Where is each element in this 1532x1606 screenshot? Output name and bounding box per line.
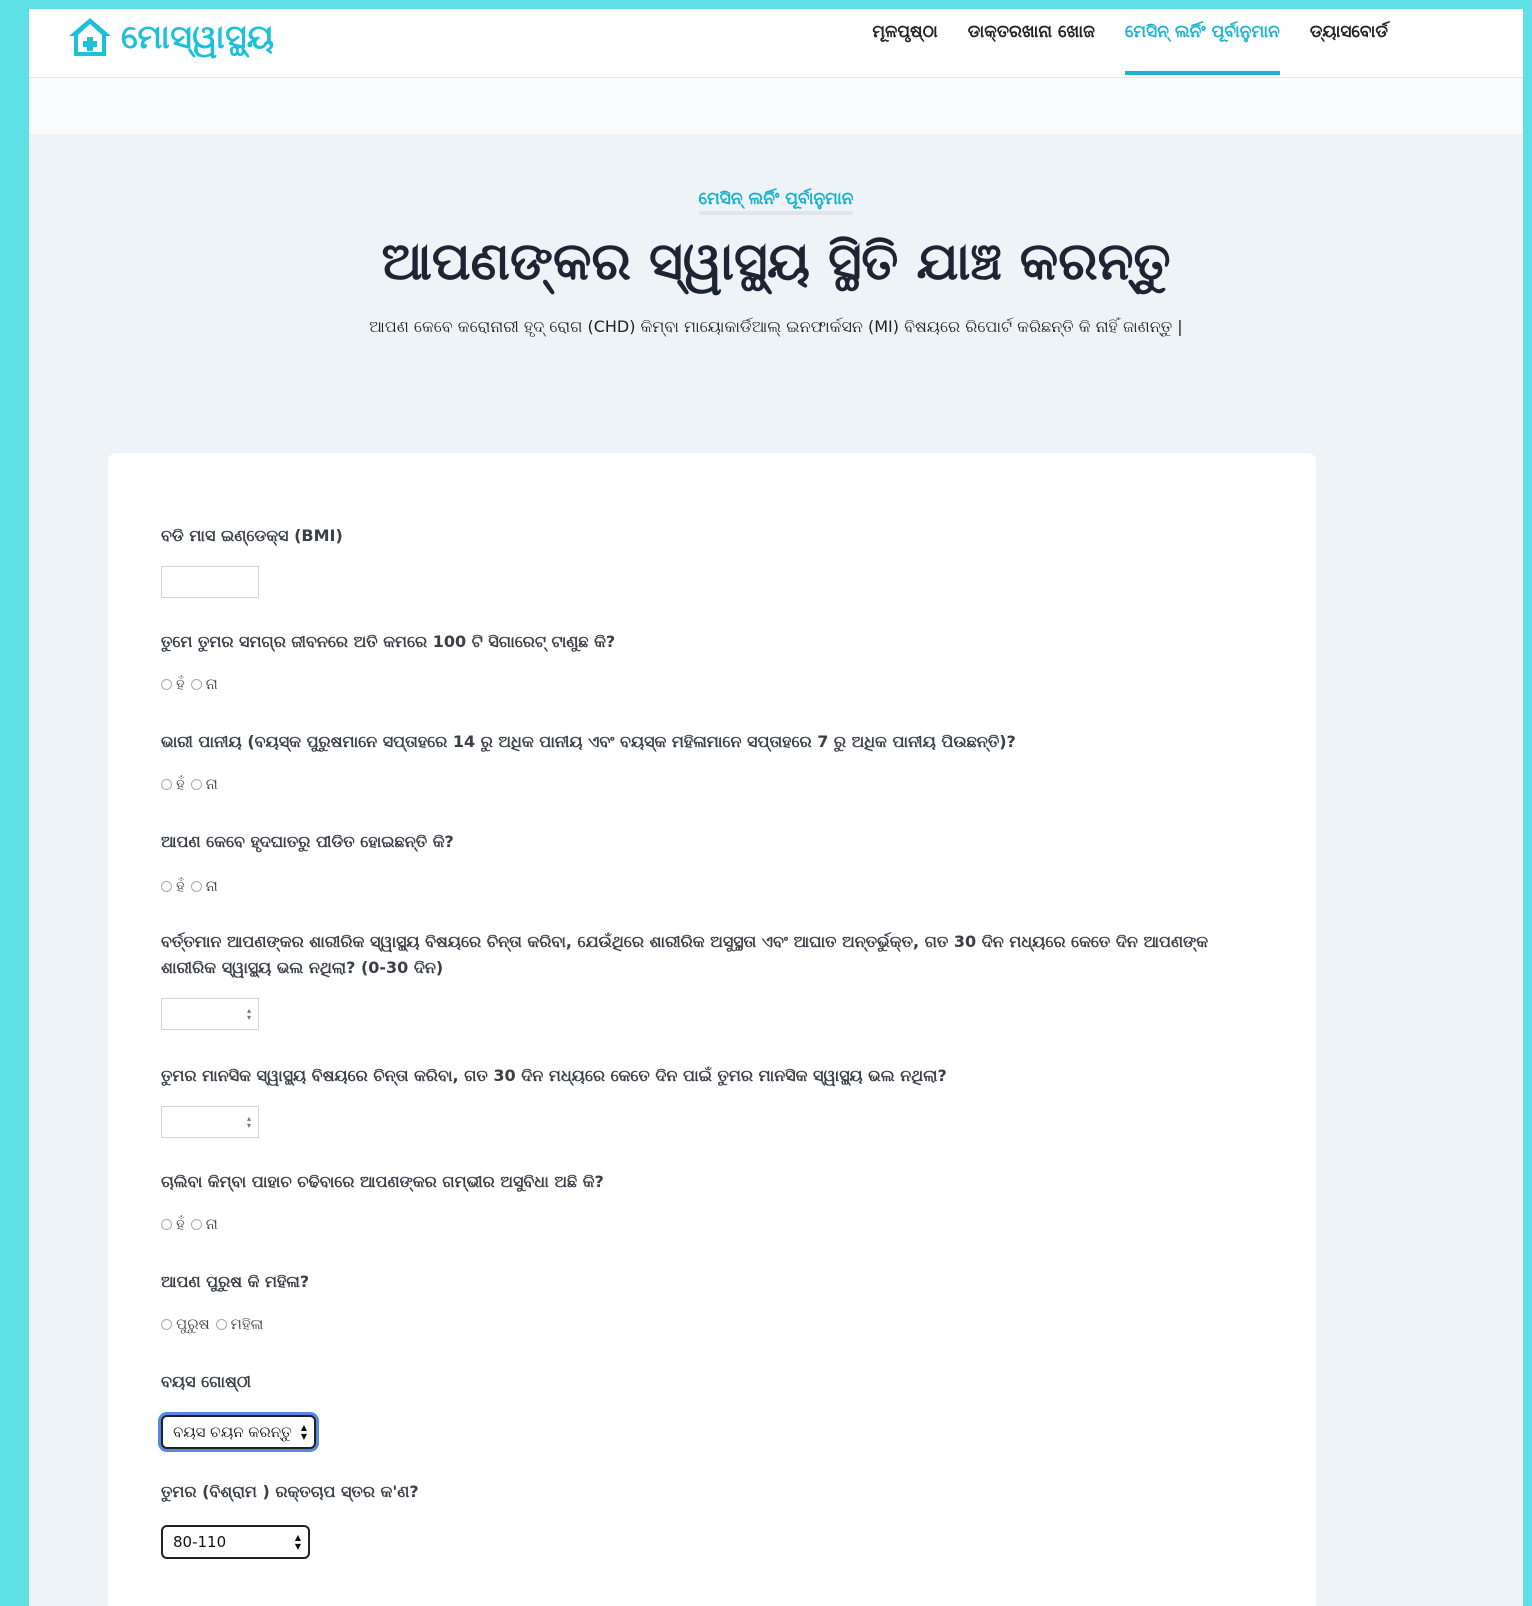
- stroke-yes-radio[interactable]: [161, 880, 172, 892]
- sex-female-label: ମହିଳା: [230, 1315, 264, 1333]
- blood-pressure-selected: 80-110: [173, 1533, 227, 1551]
- main-nav: ମୂଳପୃଷ୍ଠା ଡାକ୍ତରଖାନା ଖୋଜ ମେସିନ୍ ଲର୍ନିଂ ପ…: [842, 19, 1388, 75]
- smoking-no-radio[interactable]: [190, 678, 202, 690]
- hero-eyebrow: ମେସିନ୍ ଲର୍ନିଂ ପୂର୍ବାନୁମାନ: [698, 189, 854, 215]
- hero-section: ମେସିନ୍ ଲର୍ନିଂ ପୂର୍ବାନୁମାନ ଆପଣଙ୍କର ସ୍ୱାସ୍…: [29, 189, 1523, 337]
- age-group-select[interactable]: ବୟସ ଚୟନ କରନ୍ତୁ ▲ ▼: [161, 1415, 316, 1449]
- header-strip: [29, 78, 1523, 134]
- nav-ml-prediction[interactable]: ମେସିନ୍ ଲର୍ନିଂ ପୂର୍ବାନୁମାନ: [1124, 19, 1280, 75]
- walking-yes-label: ହଁ: [176, 1215, 185, 1233]
- blood-pressure-label: ତୁମର (ବିଶ୍ରାମ ) ରକ୍ତଚାପ ସ୍ତର କ'ଣ?: [161, 1482, 419, 1501]
- stroke-no-radio[interactable]: [190, 880, 202, 892]
- age-group-selected: ବୟସ ଚୟନ କରନ୍ତୁ: [173, 1423, 292, 1441]
- alcohol-yes-label: ହଁ: [176, 775, 185, 793]
- sex-label: ଆପଣ ପୁରୁଷ କି ମହିଳା?: [161, 1272, 310, 1291]
- brand-name: ମୋସ୍ୱାସ୍ଥ୍ୟ: [121, 17, 275, 56]
- sex-options: ପୁରୁଷ ମହିଳା: [161, 1315, 269, 1333]
- walking-yes-radio[interactable]: [161, 1218, 172, 1230]
- stepper-icon[interactable]: ▴ ▾: [245, 1115, 253, 1130]
- blood-pressure-select[interactable]: 80-110 ▲ ▼: [161, 1525, 310, 1559]
- stroke-no-label: ନା: [205, 877, 218, 895]
- nav-find-hospital[interactable]: ଡାକ୍ତରଖାନା ଖୋଜ: [968, 19, 1095, 75]
- walking-no-label: ନା: [205, 1215, 218, 1233]
- stroke-options: ହଁ ନା: [161, 877, 224, 895]
- stroke-yes-label: ହଁ: [176, 877, 185, 895]
- walking-no-radio[interactable]: [190, 1218, 202, 1230]
- page-title: ଆପଣଙ୍କର ସ୍ୱାସ୍ଥ୍ୟ ସ୍ଥିତି ଯାଞ୍ଚ କରନ୍ତୁ: [381, 232, 1171, 292]
- alcohol-no-label: ନା: [205, 775, 218, 793]
- sex-male-radio[interactable]: [161, 1318, 172, 1330]
- prediction-form-card: ବଡି ମାସ ଇଣ୍ଡେକ୍ସ (BMI) ତୁମେ ତୁମର ସମଗ୍ର ଜ…: [108, 453, 1316, 1606]
- select-arrows-icon: ▲ ▼: [294, 1533, 301, 1551]
- age-group-label: ବୟସ ଗୋଷ୍ଠୀ: [161, 1372, 252, 1391]
- alcohol-options: ହଁ ନା: [161, 775, 224, 793]
- page-subtitle: ଆପଣ କେବେ କରୋନାରୀ ହୃଦ୍ ରୋଗ (CHD) କିମ୍ବା ମ…: [369, 317, 1183, 336]
- stepper-icon[interactable]: ▴ ▾: [245, 1007, 253, 1022]
- smoking-yes-radio[interactable]: [161, 678, 172, 690]
- walking-difficulty-options: ହଁ ନା: [161, 1215, 224, 1233]
- bmi-label: ବଡି ମାସ ଇଣ୍ଡେକ୍ସ (BMI): [161, 526, 343, 545]
- nav-home[interactable]: ମୂଳପୃଷ୍ଠା: [872, 19, 937, 75]
- smoking-no-label: ନା: [205, 675, 218, 693]
- home-icon: [69, 18, 111, 56]
- select-arrows-icon: ▲ ▼: [300, 1423, 307, 1441]
- alcohol-no-radio[interactable]: [190, 778, 202, 790]
- smoking-yes-label: ହଁ: [176, 675, 185, 693]
- smoking-options: ହଁ ନା: [161, 675, 224, 693]
- nav-dashboard[interactable]: ଡ୍ୟାସବୋର୍ଡ: [1310, 19, 1388, 75]
- walking-difficulty-label: ଚାଲିବା କିମ୍ବା ପାହାଚ ଚଢିବାରେ ଆପଣଙ୍କର ଗମ୍ଭ…: [161, 1172, 604, 1191]
- alcohol-label: ଭାରୀ ପାନୀୟ (ବୟସ୍କ ପୁରୁଷମାନେ ସପ୍ତାହରେ 14 …: [161, 732, 1016, 751]
- brand-logo[interactable]: ମୋସ୍ୱାସ୍ଥ୍ୟ: [67, 15, 274, 59]
- sex-male-label: ପୁରୁଷ: [176, 1315, 210, 1333]
- physical-health-input[interactable]: ▴ ▾: [161, 998, 259, 1030]
- stroke-label: ଆପଣ କେବେ ହୃଦଘାତରୁ ପୀଡିତ ହୋଇଛନ୍ତି କି?: [161, 832, 454, 851]
- physical-health-label: ବର୍ତ୍ତମାନ ଆପଣଙ୍କର ଶାରୀରିକ ସ୍ୱାସ୍ଥ୍ୟ ବିଷୟ…: [161, 932, 1209, 977]
- top-navbar: ମୋସ୍ୱାସ୍ଥ୍ୟ ମୂଳପୃଷ୍ଠା ଡାକ୍ତରଖାନା ଖୋଜ ମେସ…: [29, 9, 1523, 78]
- mental-health-input[interactable]: ▴ ▾: [161, 1106, 259, 1138]
- bmi-input[interactable]: [161, 566, 259, 598]
- sex-female-radio[interactable]: [215, 1318, 227, 1330]
- mental-health-label: ତୁମର ମାନସିକ ସ୍ୱାସ୍ଥ୍ୟ ବିଷୟରେ ଚିନ୍ତା କରିବ…: [161, 1066, 947, 1085]
- smoking-label: ତୁମେ ତୁମର ସମଗ୍ର ଜୀବନରେ ଅତି କମରେ 100 ଟି ସ…: [161, 632, 616, 651]
- alcohol-yes-radio[interactable]: [161, 778, 172, 790]
- browser-viewport: ମୋସ୍ୱାସ୍ଥ୍ୟ ମୂଳପୃଷ୍ଠା ଡାକ୍ତରଖାନା ଖୋଜ ମେସ…: [29, 9, 1523, 1606]
